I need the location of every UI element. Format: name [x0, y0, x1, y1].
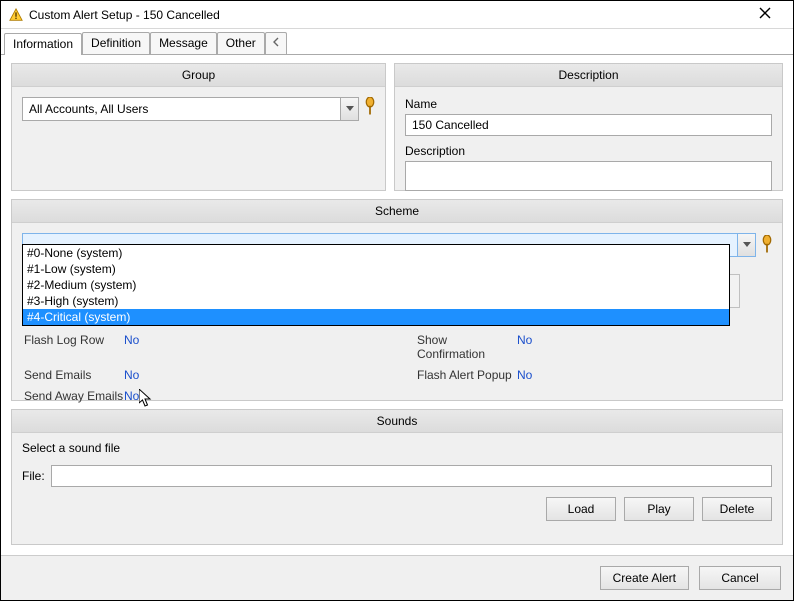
chevron-left-icon: [272, 37, 280, 47]
tab-strip: Information Definition Message Other: [1, 29, 793, 55]
chevron-down-icon: [346, 106, 354, 112]
cancel-button[interactable]: Cancel: [699, 566, 781, 590]
setting-flash-log-row: Flash Log RowNo: [24, 333, 377, 361]
group-pin-icon[interactable]: [365, 97, 375, 117]
scheme-option-3[interactable]: #3-High (system): [23, 293, 729, 309]
delete-button[interactable]: Delete: [702, 497, 772, 521]
scheme-header: Scheme: [12, 200, 782, 223]
scheme-option-4[interactable]: #4-Critical (system): [23, 309, 729, 325]
dialog-body: Group All Accounts, All Users Descriptio…: [1, 55, 793, 555]
close-icon: [759, 7, 771, 19]
sounds-prompt: Select a sound file: [22, 441, 120, 455]
play-button[interactable]: Play: [624, 497, 694, 521]
file-input[interactable]: [51, 465, 772, 487]
name-input[interactable]: [405, 114, 772, 136]
create-alert-button[interactable]: Create Alert: [600, 566, 689, 590]
window-title: Custom Alert Setup - 150 Cancelled: [29, 8, 745, 22]
setting-show-confirmation: Show ConfirmationNo: [417, 333, 770, 361]
group-section: Group All Accounts, All Users: [11, 63, 386, 191]
scheme-option-2[interactable]: #2-Medium (system): [23, 277, 729, 293]
scheme-option-0[interactable]: #0-None (system): [23, 245, 729, 261]
tab-definition[interactable]: Definition: [82, 32, 150, 54]
description-input[interactable]: [405, 161, 772, 191]
scheme-dropdown-list: #0-None (system) #1-Low (system) #2-Medi…: [22, 244, 730, 326]
group-combo[interactable]: All Accounts, All Users: [22, 97, 359, 121]
description-header: Description: [395, 64, 782, 87]
close-button[interactable]: [745, 7, 785, 22]
tab-message[interactable]: Message: [150, 32, 217, 54]
group-header: Group: [12, 64, 385, 87]
sounds-header: Sounds: [12, 410, 782, 433]
group-combo-button[interactable]: [340, 98, 358, 120]
setting-flash-alert-popup: Flash Alert PopupNo: [417, 368, 770, 382]
dialog-window: Custom Alert Setup - 150 Cancelled Infor…: [0, 0, 794, 601]
description-label: Description: [405, 144, 772, 158]
group-combo-text: All Accounts, All Users: [23, 102, 340, 116]
scheme-option-1[interactable]: #1-Low (system): [23, 261, 729, 277]
scheme-combo-button[interactable]: [737, 234, 755, 256]
setting-send-emails: Send EmailsNo: [24, 368, 377, 382]
chevron-down-icon: [743, 242, 751, 248]
scheme-section: Scheme #0-None (system) #: [11, 199, 783, 401]
sounds-section: Sounds Select a sound file File: Load Pl…: [11, 409, 783, 545]
dialog-footer: Create Alert Cancel: [1, 555, 793, 600]
file-label: File:: [22, 469, 45, 483]
tab-other[interactable]: Other: [217, 32, 265, 54]
tab-overflow-button[interactable]: [265, 32, 287, 54]
name-label: Name: [405, 97, 772, 111]
titlebar: Custom Alert Setup - 150 Cancelled: [1, 1, 793, 29]
warning-icon: [9, 8, 23, 22]
tab-information[interactable]: Information: [4, 33, 82, 55]
scheme-pin-icon[interactable]: [762, 235, 772, 255]
setting-send-away-emails: Send Away EmailsNo: [24, 389, 377, 403]
description-section: Description Name Description: [394, 63, 783, 191]
load-button[interactable]: Load: [546, 497, 616, 521]
